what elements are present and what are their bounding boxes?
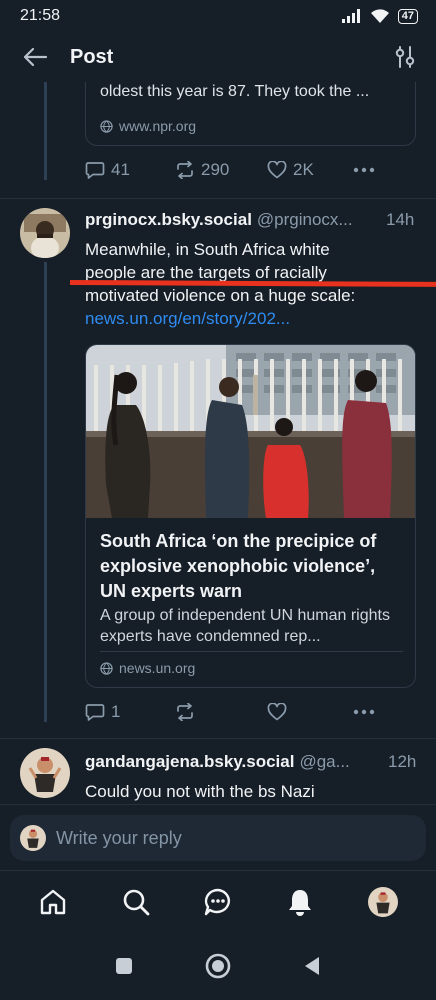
profile-avatar-tab[interactable] (367, 886, 398, 917)
status-bar: 21:58 47 (0, 0, 436, 32)
thread-line (44, 262, 47, 722)
circle-icon[interactable] (205, 953, 231, 979)
prev-post-actions: 41 290 2K (85, 160, 385, 180)
avatar (20, 825, 46, 851)
prev-card-domain: www.npr.org (100, 118, 196, 134)
bottom-tab-bar (0, 870, 436, 932)
heart-icon (267, 161, 287, 179)
reply-composer-bar (0, 804, 436, 870)
avatar[interactable] (20, 748, 70, 798)
reply-icon (85, 161, 105, 179)
reply-post-time: 12h (388, 752, 417, 771)
repost-icon (177, 161, 193, 179)
avatar[interactable] (20, 208, 70, 258)
heart-icon (267, 703, 287, 721)
more-options-button[interactable] (353, 709, 375, 715)
post-time: 14h (386, 210, 415, 229)
status-time: 21:58 (20, 7, 61, 24)
like-button[interactable]: 2K (267, 160, 353, 180)
post-link[interactable]: news.un.org/en/story/202... (85, 307, 415, 330)
card-image (86, 345, 415, 518)
card-description: A group of independent UN human rights e… (100, 607, 390, 645)
reply-input[interactable] (56, 827, 386, 849)
status-icons: 47 (341, 8, 418, 24)
repost-icon (177, 703, 193, 721)
more-icon (353, 709, 375, 715)
globe-icon (100, 661, 113, 675)
thread-feed[interactable]: oldest this year is 87. They took the ..… (0, 82, 436, 804)
battery-level: 47 (397, 8, 418, 24)
reply-button[interactable]: 41 (85, 160, 175, 180)
post-text-line: motivated violence on a huge scale: (85, 286, 356, 305)
globe-icon (100, 119, 113, 133)
card-title: South Africa ‘on the precipice of explos… (100, 531, 377, 601)
app-header: Post (0, 32, 436, 82)
like-button[interactable] (267, 703, 353, 721)
page-title: Post (70, 45, 114, 68)
reply-post-header: gandangajena.bsky.social @ga... (85, 752, 350, 772)
chat-icon[interactable] (203, 887, 233, 917)
reply-button[interactable]: 1 (85, 702, 175, 722)
home-icon[interactable] (38, 887, 68, 917)
system-nav-bar (0, 932, 436, 1000)
repost-button[interactable]: 290 (175, 160, 267, 180)
more-options-button[interactable] (353, 167, 375, 173)
author-handle[interactable]: @ga... (299, 752, 349, 772)
back-arrow-icon[interactable] (22, 47, 48, 67)
post-actions: 1 (85, 702, 385, 722)
filter-sliders-icon[interactable] (394, 45, 416, 69)
prev-link-card[interactable]: oldest this year is 87. They took the ..… (85, 82, 416, 146)
post-text-line: Meanwhile, in South Africa white (85, 240, 330, 259)
reply-icon (85, 703, 105, 721)
triangle-back-icon[interactable] (303, 956, 321, 976)
divider (0, 738, 436, 739)
card-domain: news.un.org (100, 660, 195, 676)
square-icon[interactable] (115, 957, 133, 975)
card-divider (100, 651, 403, 652)
author-name[interactable]: prginocx.bsky.social (85, 210, 252, 230)
link-preview-card[interactable]: South Africa ‘on the precipice of explos… (85, 344, 416, 688)
wifi-icon (370, 8, 389, 23)
reply-post-body: Could you not with the bs Nazi (85, 782, 315, 801)
repost-button[interactable] (175, 703, 267, 721)
divider (0, 198, 436, 199)
author-handle[interactable]: @prginocx... (257, 210, 353, 230)
thread-line (44, 82, 47, 180)
reply-box[interactable] (10, 815, 426, 861)
more-icon (353, 167, 375, 173)
signal-icon (341, 9, 360, 23)
post-header: prginocx.bsky.social @prginocx... (85, 210, 353, 230)
search-icon[interactable] (121, 887, 151, 917)
bell-icon[interactable] (285, 887, 315, 917)
author-name[interactable]: gandangajena.bsky.social (85, 752, 294, 772)
prev-card-text: oldest this year is 87. They took the ..… (100, 83, 370, 100)
